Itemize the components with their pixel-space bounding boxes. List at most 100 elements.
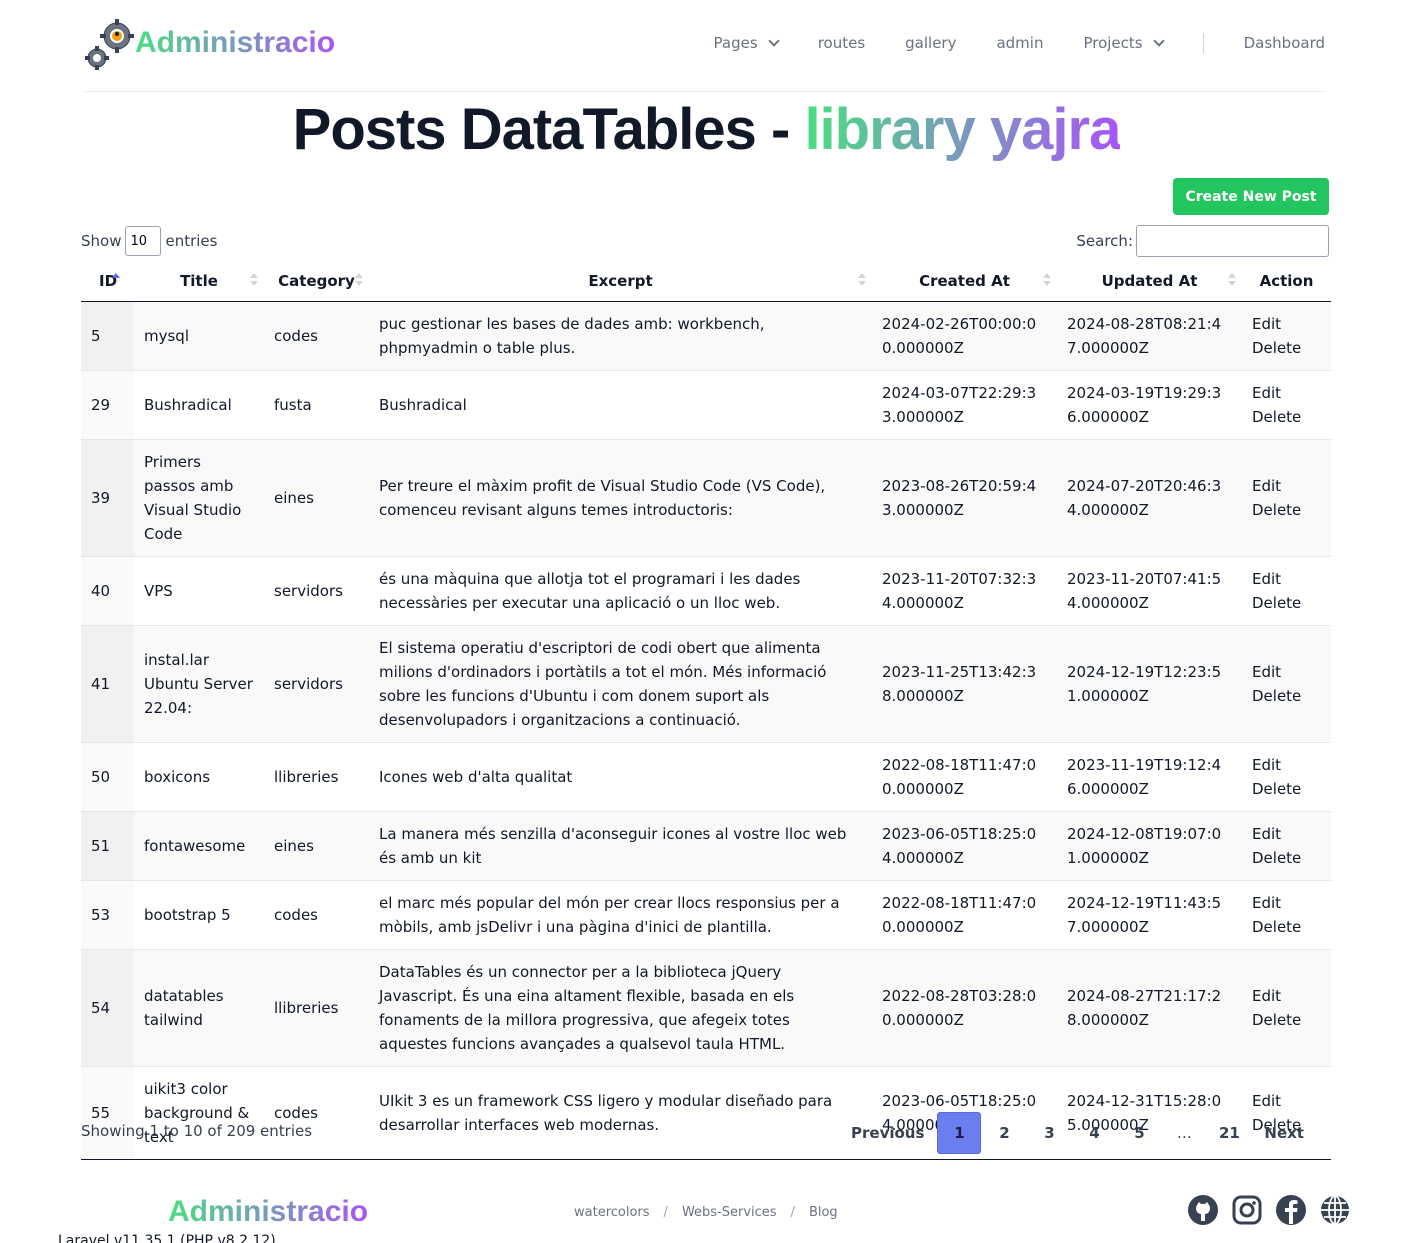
cell-excerpt: La manera més senzilla d'aconseguir icon… (369, 810, 872, 880)
footer-brand[interactable]: Administracio (168, 1195, 368, 1229)
cell-id: 54 (81, 948, 134, 1066)
cell-category: servidors (264, 555, 369, 625)
column-header-title[interactable]: Title (134, 261, 264, 302)
table-row: 50 boxicons llibreries Icones web d'alta qu… (81, 741, 1331, 811)
cell-updated-at: 2023-11-19T19:12:46.000000Z (1057, 741, 1242, 811)
edit-link[interactable]: Edit (1252, 474, 1321, 498)
edit-link[interactable]: Edit (1252, 822, 1321, 846)
column-header-label: Category (278, 271, 355, 290)
delete-link[interactable]: Delete (1252, 405, 1321, 429)
delete-link[interactable]: Delete (1252, 1008, 1321, 1032)
pagination-previous[interactable]: Previous (839, 1112, 936, 1154)
cell-action: Edit Delete (1242, 741, 1331, 811)
cell-title: datatables tailwind (134, 948, 264, 1066)
edit-link[interactable]: Edit (1252, 891, 1321, 915)
cell-title: fontawesome (134, 810, 264, 880)
nav-pages-dropdown[interactable]: Pages (713, 34, 780, 52)
nav-projects-dropdown[interactable]: Projects (1083, 34, 1165, 52)
nav-pages-label: Pages (713, 34, 758, 52)
delete-link[interactable]: Delete (1252, 915, 1321, 939)
cell-action: Edit Delete (1242, 624, 1331, 742)
cell-id: 29 (81, 369, 134, 439)
nav-gallery[interactable]: gallery (905, 34, 956, 52)
globe-icon[interactable] (1318, 1193, 1352, 1227)
footer-link[interactable]: Blog (809, 1205, 838, 1220)
delete-link[interactable]: Delete (1252, 591, 1321, 615)
edit-link[interactable]: Edit (1252, 567, 1321, 591)
column-header-label: Excerpt (588, 271, 653, 290)
brand-name: Administracio (135, 26, 336, 59)
cell-created-at: 2024-03-07T22:29:33.000000Z (872, 369, 1057, 439)
cell-id: 39 (81, 438, 134, 556)
cell-category: fusta (264, 369, 369, 439)
cell-action: Edit Delete (1242, 555, 1331, 625)
search-label: Search: (1076, 232, 1133, 250)
cell-category: eines (264, 438, 369, 556)
entries-length-control: Show 10 entries (81, 226, 217, 256)
footer-link[interactable]: watercolors (574, 1205, 650, 1220)
search-control: Search: (1076, 225, 1329, 257)
pagination-page[interactable]: 3 (1027, 1112, 1071, 1154)
delete-link[interactable]: Delete (1252, 684, 1321, 708)
pagination-page[interactable]: 4 (1072, 1112, 1116, 1154)
pagination-next[interactable]: Next (1252, 1112, 1316, 1154)
table-row: 5 mysql codes puc gestionar les bases de da… (81, 301, 1331, 370)
cell-excerpt: Bushradical (369, 369, 872, 439)
edit-link[interactable]: Edit (1252, 1089, 1321, 1113)
delete-link[interactable]: Delete (1252, 498, 1321, 522)
pagination-page[interactable]: 2 (982, 1112, 1026, 1154)
column-header-updated-at[interactable]: Updated At (1057, 261, 1242, 302)
footer-link[interactable]: Webs-Services (682, 1205, 777, 1220)
edit-link[interactable]: Edit (1252, 312, 1321, 336)
cell-updated-at: 2024-12-08T19:07:01.000000Z (1057, 810, 1242, 880)
brand-logo[interactable]: Administracio (85, 16, 335, 70)
cell-category: eines (264, 810, 369, 880)
pagination-page[interactable]: 1 (937, 1112, 982, 1154)
cell-updated-at: 2024-08-27T21:17:28.000000Z (1057, 948, 1242, 1066)
table-body: 5 mysql codes puc gestionar les bases de da… (81, 301, 1331, 1160)
search-input[interactable] (1136, 225, 1329, 257)
instagram-icon[interactable] (1230, 1193, 1264, 1227)
create-new-post-button[interactable]: Create New Post (1173, 178, 1329, 215)
column-header-label: Title (180, 271, 218, 290)
column-header-created-at[interactable]: Created At (872, 261, 1057, 302)
sort-icon (1228, 273, 1236, 289)
nav-divider (1202, 33, 1204, 53)
cell-category: codes (264, 301, 369, 370)
cell-title: Primers passos amb Visual Studio Code (134, 438, 264, 556)
cell-created-at: 2023-08-26T20:59:43.000000Z (872, 438, 1057, 556)
delete-link[interactable]: Delete (1252, 336, 1321, 360)
edit-link[interactable]: Edit (1252, 381, 1321, 405)
nav-routes[interactable]: routes (818, 34, 865, 52)
edit-link[interactable]: Edit (1252, 660, 1321, 684)
column-header-label: Updated At (1101, 271, 1198, 290)
pagination: Previous 1 2 3 4 5 … 21 Next (838, 1112, 1316, 1154)
delete-link[interactable]: Delete (1252, 846, 1321, 870)
table-row: 41 instal.lar Ubuntu Server 22.04: servido… (81, 624, 1331, 742)
pagination-page[interactable]: 21 (1207, 1112, 1251, 1154)
cell-excerpt: UIkit 3 es un framework CSS ligero y mod… (369, 1065, 872, 1160)
nav-admin[interactable]: admin (996, 34, 1043, 52)
facebook-icon[interactable] (1274, 1193, 1308, 1227)
cell-updated-at: 2024-07-20T20:46:34.000000Z (1057, 438, 1242, 556)
page-title: Posts DataTables - library yajra (0, 96, 1413, 163)
cell-excerpt: és una màquina que allotja tot el progra… (369, 555, 872, 625)
cell-action: Edit Delete (1242, 369, 1331, 439)
edit-link[interactable]: Edit (1252, 753, 1321, 777)
cell-action: Edit Delete (1242, 810, 1331, 880)
cell-excerpt: DataTables és un connector per a la bibl… (369, 948, 872, 1066)
pagination-page[interactable]: 5 (1117, 1112, 1161, 1154)
column-header-category[interactable]: Category (264, 261, 369, 302)
cell-created-at: 2022-08-18T11:47:00.000000Z (872, 879, 1057, 949)
sort-icon (355, 273, 363, 289)
site-header: Administracio Pages routes gallery admin… (85, 0, 1325, 92)
nav-dashboard[interactable]: Dashboard (1244, 34, 1325, 52)
column-header-excerpt[interactable]: Excerpt (369, 261, 872, 302)
cell-excerpt: Icones web d'alta qualitat (369, 741, 872, 811)
delete-link[interactable]: Delete (1252, 777, 1321, 801)
edit-link[interactable]: Edit (1252, 984, 1321, 1008)
cell-title: VPS (134, 555, 264, 625)
column-header-id[interactable]: ID (81, 261, 134, 302)
github-icon[interactable] (1186, 1193, 1220, 1227)
entries-select[interactable]: 10 (125, 226, 162, 256)
